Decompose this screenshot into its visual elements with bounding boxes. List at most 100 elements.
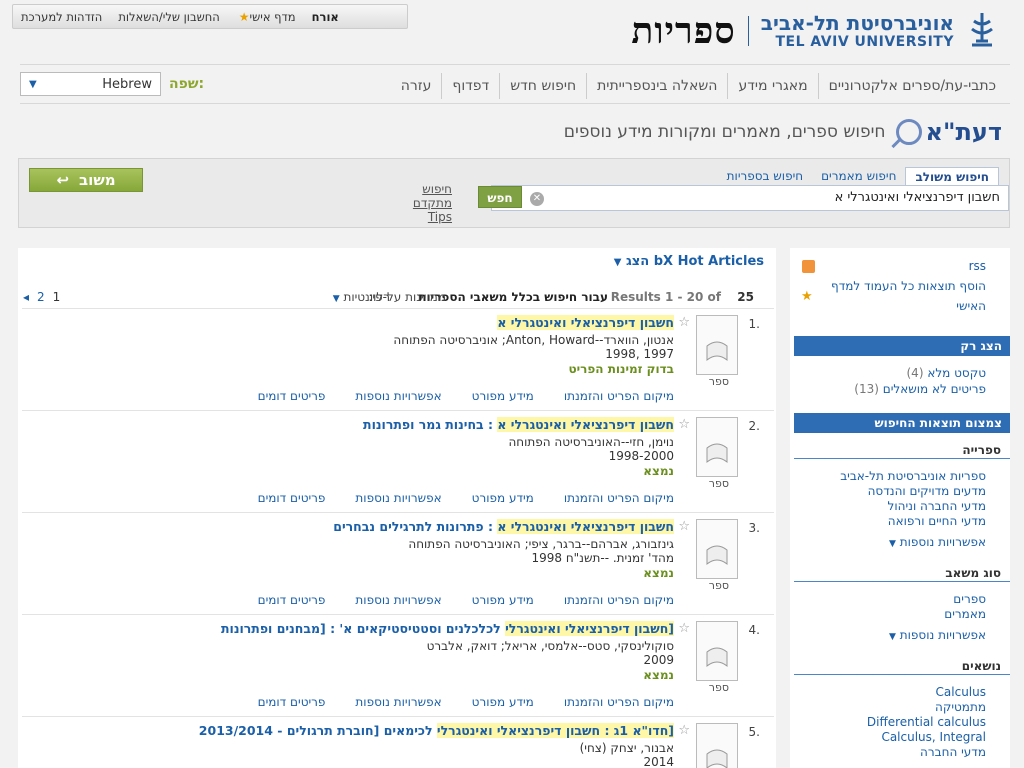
advanced-search-link[interactable]: חיפוש מתקדם bbox=[380, 182, 452, 210]
star-icon: ★ bbox=[238, 9, 250, 24]
item-actions: מיקום הפריט והזמנתו מידע מפורט אפשרויות … bbox=[258, 389, 674, 403]
sort-select[interactable]: רלוונטיות ▼ bbox=[333, 290, 390, 304]
tau-emblem-icon bbox=[971, 13, 993, 47]
nav-new-search[interactable]: חיפוש חדש bbox=[499, 73, 586, 99]
add-page-to-shelf-link[interactable]: הוסף תוצאות כל העמוד למדף bbox=[831, 279, 986, 293]
add-to-shelf-star-icon[interactable]: ☆ bbox=[678, 621, 690, 636]
details-link[interactable]: מידע מפורט bbox=[472, 389, 534, 403]
location-link[interactable]: מיקום הפריט והזמנתו bbox=[564, 491, 674, 505]
personal-shelf-link[interactable]: מדף אישי★ bbox=[236, 10, 296, 24]
tab-library-search[interactable]: חיפוש בספריות bbox=[718, 167, 812, 185]
facet-subject-item[interactable]: Calculus, Integral bbox=[881, 730, 986, 744]
result-number: 4. bbox=[748, 623, 760, 637]
facet-type-item[interactable]: ספרים bbox=[953, 592, 986, 606]
guest-label: אורח bbox=[311, 9, 339, 24]
rss-link[interactable]: rss bbox=[969, 259, 986, 273]
facet-more-options[interactable]: אפשרויות נוספות ▼ bbox=[889, 628, 986, 642]
book-icon bbox=[706, 749, 728, 768]
search-tabs: חיפוש משולב חיפוש מאמרים חיפוש בספריות bbox=[718, 167, 999, 185]
availability-status[interactable]: בדוק זמינות הפריט bbox=[568, 362, 674, 376]
clear-search-icon[interactable]: ✕ bbox=[530, 192, 544, 206]
star-icon: ★ bbox=[801, 289, 813, 304]
facet-type-item[interactable]: מאמרים bbox=[944, 607, 986, 621]
add-to-shelf-star-icon[interactable]: ☆ bbox=[678, 315, 690, 330]
result-number: 3. bbox=[748, 521, 760, 535]
language-select[interactable]: ▼ Hebrew bbox=[20, 72, 161, 96]
nav-ill[interactable]: השאלה בינספרייתית bbox=[586, 73, 727, 99]
nav-help[interactable]: עזרה bbox=[391, 73, 442, 99]
details-link[interactable]: מידע מפורט bbox=[472, 593, 534, 607]
facet-library-item[interactable]: מדעים מדויקים והנדסה bbox=[868, 484, 986, 498]
add-to-shelf-star-icon[interactable]: ☆ bbox=[678, 723, 690, 738]
facet-fulltext[interactable]: טקסט מלא (4) bbox=[906, 366, 986, 380]
more-options-link[interactable]: אפשרויות נוספות bbox=[355, 695, 441, 709]
facet-library-item[interactable]: ספריות אוניברסיטת תל-אביב bbox=[840, 469, 986, 483]
add-to-shelf-star-icon[interactable]: ☆ bbox=[678, 417, 690, 432]
more-options-link[interactable]: אפשרויות נוספות bbox=[355, 593, 441, 607]
add-page-to-shelf-link-cont[interactable]: האישי bbox=[956, 299, 986, 313]
location-link[interactable]: מיקום הפריט והזמנתו bbox=[564, 695, 674, 709]
nav-databases[interactable]: מאגרי מידע bbox=[727, 73, 817, 99]
nav-browse[interactable]: דפדוף bbox=[441, 73, 499, 99]
daat-tagline: חיפוש ספרים, מאמרים ומקורות מידע נוספים bbox=[563, 122, 886, 142]
book-thumbnail[interactable] bbox=[696, 723, 738, 768]
result-item: 1. ספר ☆ חשבון דיפרנציאלי ואינטגרלי א אנ… bbox=[22, 308, 774, 410]
facet-library-item[interactable]: מדעי החברה וניהול bbox=[888, 499, 986, 513]
facet-subject-item[interactable]: מדעי החברה bbox=[920, 745, 986, 759]
book-thumbnail[interactable] bbox=[696, 519, 738, 579]
more-options-link[interactable]: אפשרויות נוספות bbox=[355, 389, 441, 403]
result-title-link[interactable]: [חדו"א 1ג : חשבון דיפרנציאלי ואינטגרלי ל… bbox=[199, 723, 674, 738]
search-input[interactable]: חשבון דיפרנציאלי ואינטגרלי א bbox=[491, 185, 1009, 211]
details-link[interactable]: מידע מפורט bbox=[472, 695, 534, 709]
location-link[interactable]: מיקום הפריט והזמנתו bbox=[564, 389, 674, 403]
result-year: 1998-2000 bbox=[608, 449, 674, 463]
facet-subject-item[interactable]: מתמטיקה bbox=[935, 700, 986, 714]
result-title-link[interactable]: חשבון דיפרנציאלי ואינטגרלי א : בחינות גמ… bbox=[363, 417, 674, 432]
tab-articles-search[interactable]: חיפוש מאמרים bbox=[812, 167, 905, 185]
facet-library-item[interactable]: מדעי החיים ורפואה bbox=[888, 514, 986, 528]
item-actions: מיקום הפריט והזמנתו מידע מפורט אפשרויות … bbox=[258, 593, 674, 607]
narrow-results-header: צמצום תוצאות החיפוש bbox=[794, 413, 1010, 433]
user-bar: אורח מדף אישי★ החשבון שלי/השאלות הזדהות … bbox=[12, 4, 408, 29]
similar-items-link[interactable]: פריטים דומים bbox=[258, 695, 326, 709]
show-only-header: הצג רק bbox=[794, 336, 1010, 356]
book-thumbnail[interactable] bbox=[696, 315, 738, 375]
availability-status: נמצא bbox=[643, 464, 674, 478]
site-logo[interactable]: ספריות אוניברסיטת תל-אביב TEL AVIV UNIVE… bbox=[631, 6, 998, 56]
prev-page-icon[interactable]: ◂ bbox=[23, 290, 29, 304]
book-thumbnail[interactable] bbox=[696, 417, 738, 477]
page-2-link[interactable]: 2 bbox=[37, 290, 45, 304]
search-button[interactable]: חפש bbox=[478, 186, 522, 208]
bx-hot-articles-toggle[interactable]: bX Hot Articles הצג ▼ bbox=[614, 254, 764, 269]
similar-items-link[interactable]: פריטים דומים bbox=[258, 389, 326, 403]
item-type: ספר bbox=[708, 579, 729, 592]
chevron-down-icon: ▼ bbox=[613, 257, 622, 268]
tips-link[interactable]: Tips bbox=[400, 210, 452, 224]
location-link[interactable]: מיקום הפריט והזמנתו bbox=[564, 593, 674, 607]
result-year: 2009 bbox=[643, 653, 674, 667]
book-icon bbox=[706, 545, 728, 566]
facet-subject-item[interactable]: Calculus bbox=[936, 685, 986, 699]
details-link[interactable]: מידע מפורט bbox=[472, 491, 534, 505]
result-title-link[interactable]: [חשבון דיפרנציאלי ואינטגרלי לכלכלנים וסט… bbox=[221, 621, 674, 636]
book-thumbnail[interactable] bbox=[696, 621, 738, 681]
similar-items-link[interactable]: פריטים דומים bbox=[258, 491, 326, 505]
tab-combined-search[interactable]: חיפוש משולב bbox=[905, 167, 999, 185]
add-to-shelf-star-icon[interactable]: ☆ bbox=[678, 519, 690, 534]
result-year: מהד' זמנית. --תשנ"ח 1998 bbox=[531, 551, 674, 565]
feedback-button[interactable]: משוב ↩ bbox=[29, 168, 143, 192]
facet-subject-item[interactable]: Differential calculus bbox=[867, 715, 986, 729]
result-title-link[interactable]: חשבון דיפרנציאלי ואינטגרלי א bbox=[497, 315, 674, 330]
facet-unloaned[interactable]: פריטים לא מושאלים (13) bbox=[854, 382, 986, 396]
nav-top-border bbox=[20, 64, 1010, 65]
result-item: 3. ספר ☆ חשבון דיפרנציאלי ואינטגרלי א : … bbox=[22, 512, 774, 614]
nav-ejournals[interactable]: כתבי-עת/ספרים אלקטרוניים bbox=[817, 73, 1006, 99]
facet-more-options[interactable]: אפשרויות נוספות ▼ bbox=[889, 535, 986, 549]
rss-icon[interactable] bbox=[802, 260, 815, 273]
magnifier-icon bbox=[895, 119, 922, 145]
similar-items-link[interactable]: פריטים דומים bbox=[258, 593, 326, 607]
my-account-link[interactable]: החשבון שלי/השאלות bbox=[118, 10, 219, 24]
login-link[interactable]: הזדהות למערכת bbox=[21, 10, 102, 24]
more-options-link[interactable]: אפשרויות נוספות bbox=[355, 491, 441, 505]
result-title-link[interactable]: חשבון דיפרנציאלי ואינטגרלי א : פתרונות ל… bbox=[333, 519, 674, 534]
